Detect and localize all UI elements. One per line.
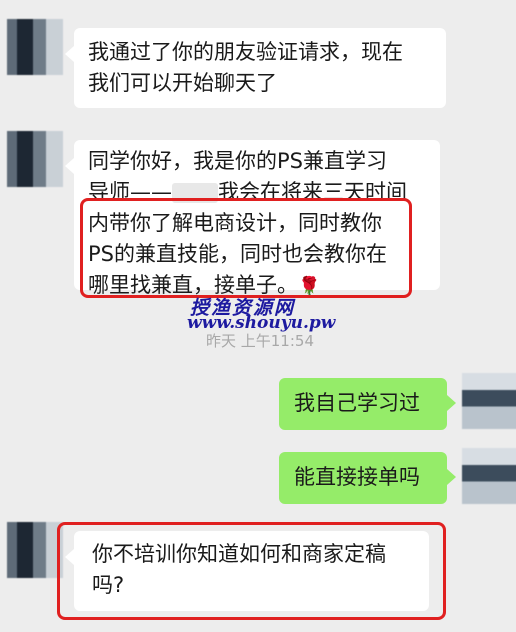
message-line: 内带你了解电商设计，同时教你	[88, 211, 382, 235]
redacted-name	[172, 183, 218, 203]
message-line: 导师—— 我会在将来三天时间	[88, 177, 426, 208]
contact-avatar[interactable]	[7, 522, 63, 578]
message-bubble[interactable]: 我通过了你的朋友验证请求，现在 我们可以开始聊天了	[65, 28, 446, 108]
message-text: 能直接接单吗	[294, 465, 420, 489]
message-bubble[interactable]: 同学你好，我是你的PS兼直学习 导师—— 我会在将来三天时间 内带你了解电商设计，…	[65, 140, 440, 297]
message-line: 同学你好，我是你的PS兼直学习	[88, 149, 387, 173]
contact-avatar[interactable]	[7, 131, 63, 187]
my-avatar[interactable]	[462, 448, 516, 504]
message-line: 吗?	[92, 573, 125, 597]
message-bubble[interactable]: 你不培训你知道如何和商家定稿 吗?	[65, 531, 429, 611]
contact-avatar[interactable]	[7, 19, 63, 75]
message-text: 我会在将来三天时间	[218, 180, 407, 204]
message-timestamp: 昨天 上午11:54	[206, 332, 314, 350]
message-bubble[interactable]: 能直接接单吗	[279, 452, 456, 504]
message-bubble[interactable]: 我自己学习过	[279, 378, 456, 430]
message-text: 我自己学习过	[294, 391, 420, 415]
message-line: 我通过了你的朋友验证请求，现在	[88, 40, 403, 64]
message-line: 你不培训你知道如何和商家定稿	[92, 542, 386, 566]
message-line: PS的兼直技能，同时也会教你在	[88, 242, 387, 266]
my-avatar[interactable]	[462, 373, 516, 429]
message-text: 导师——	[88, 180, 172, 204]
message-line: 我们可以开始聊天了	[88, 71, 277, 95]
flower-icon: 🌹	[298, 276, 321, 297]
